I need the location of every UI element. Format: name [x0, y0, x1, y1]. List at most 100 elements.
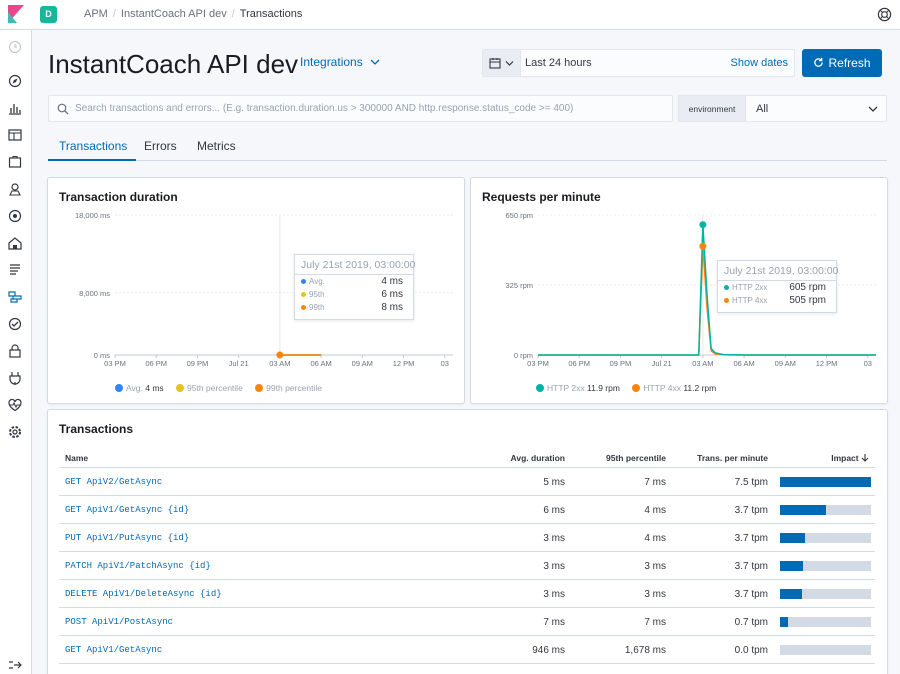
- maps-icon[interactable]: [8, 182, 22, 196]
- avg-duration-cell: 3 ms: [543, 561, 565, 572]
- breadcrumb-service[interactable]: InstantCoach API dev: [121, 8, 227, 20]
- legend-item-avg[interactable]: Avg. 4 ms: [115, 383, 164, 393]
- avg-duration-cell: 6 ms: [543, 505, 565, 516]
- legend-item-p95[interactable]: 95th percentile: [176, 383, 243, 393]
- space-avatar[interactable]: D: [40, 6, 57, 23]
- avg-duration-cell: 3 ms: [543, 589, 565, 600]
- transaction-name-link[interactable]: GET ApiV2/GetAsync: [65, 477, 162, 487]
- tooltip-row: HTTP 4xx 505 rpm: [718, 295, 836, 307]
- hover-point: [276, 351, 284, 359]
- p99-dot-icon: [255, 384, 264, 392]
- main-content: InstantCoach API dev Integrations Last 2…: [32, 30, 900, 674]
- chart-tooltip: July 21st 2019, 03:00:00 HTTP 2xx 605 rpm…: [717, 260, 838, 313]
- monitoring-icon[interactable]: [8, 398, 22, 412]
- refresh-label: Refresh: [828, 56, 871, 70]
- environment-label: environment: [678, 95, 746, 122]
- transaction-name-link[interactable]: DELETE ApiV1/DeleteAsync {id}: [65, 589, 222, 599]
- transaction-name-link[interactable]: POST ApiV1/PostAsync: [65, 617, 173, 627]
- p95-dot-icon: [301, 292, 306, 297]
- help-icon[interactable]: [877, 7, 892, 22]
- breadcrumb-apm[interactable]: APM: [84, 8, 108, 20]
- search-bar[interactable]: Search transactions and errors... (E.g. …: [48, 95, 673, 122]
- discover-icon[interactable]: [8, 74, 22, 88]
- tab-errors[interactable]: Errors: [144, 139, 177, 153]
- table-row: GET ApiV1/GetAsync 946 ms 1,678 ms 0.0 tpm: [59, 636, 875, 664]
- legend-item-http4xx[interactable]: HTTP 4xx 11.2 rpm: [632, 383, 716, 393]
- apm-icon[interactable]: [8, 290, 22, 304]
- collapse-nav-icon[interactable]: [8, 658, 22, 672]
- dev-tools-icon[interactable]: [8, 371, 22, 385]
- tooltip-label: HTTP 4xx: [732, 296, 768, 305]
- x-tick-label: 03 PM: [527, 359, 549, 368]
- date-picker: Last 24 hours Show dates: [482, 49, 795, 77]
- logs-icon[interactable]: [8, 263, 22, 277]
- impact-bar: [780, 617, 871, 627]
- column-header-name[interactable]: Name: [65, 453, 88, 463]
- environment-select[interactable]: All: [745, 95, 887, 122]
- hover-point-http4xx: [699, 242, 707, 250]
- chart-legend: HTTP 2xx 11.9 rpm HTTP 4xx 11.2 rpm: [536, 383, 726, 393]
- x-tick-label: 03: [864, 359, 872, 368]
- column-header-impact[interactable]: Impact: [831, 453, 869, 463]
- p95-cell: 4 ms: [644, 505, 666, 516]
- transaction-name-link[interactable]: GET ApiV1/GetAsync: [65, 645, 162, 655]
- transaction-name-link[interactable]: GET ApiV1/GetAsync {id}: [65, 505, 189, 515]
- visualize-icon[interactable]: [8, 101, 22, 115]
- table-row: DELETE ApiV1/DeleteAsync {id} 3 ms 3 ms 3.7…: [59, 580, 875, 608]
- avg-duration-cell: 7 ms: [543, 617, 565, 628]
- legend-value: 11.9 rpm: [587, 383, 620, 393]
- top-bar: D APM / InstantCoach API dev / Transactions: [0, 0, 900, 30]
- transaction-name-link[interactable]: PUT ApiV1/PutAsync {id}: [65, 533, 189, 543]
- side-nav: [0, 30, 32, 674]
- impact-bar: [780, 589, 871, 599]
- integrations-menu[interactable]: Integrations: [300, 55, 380, 69]
- siem-icon[interactable]: [8, 344, 22, 358]
- refresh-button[interactable]: Refresh: [802, 49, 882, 77]
- transactions-table-panel: Transactions Name Avg. duration 95th per…: [47, 409, 888, 674]
- tab-transactions[interactable]: Transactions: [59, 139, 127, 153]
- date-range-label: Last 24 hours: [525, 57, 592, 69]
- management-icon[interactable]: [8, 425, 22, 439]
- search-input[interactable]: Search transactions and errors... (E.g. …: [75, 103, 573, 114]
- tooltip-value: 605 rpm: [789, 282, 826, 293]
- ml-icon[interactable]: [8, 209, 22, 223]
- column-header-trans-per-minute[interactable]: Trans. per minute: [697, 453, 768, 463]
- quick-select-button[interactable]: [483, 50, 521, 76]
- tooltip-row: 95th 6 ms: [295, 289, 413, 301]
- legend-label: HTTP 2xx: [547, 383, 585, 393]
- p95-dot-icon: [176, 384, 185, 392]
- infrastructure-icon[interactable]: [8, 236, 22, 250]
- apm-app: D APM / InstantCoach API dev / Transactions: [0, 0, 900, 674]
- panel-title: Transactions: [59, 422, 134, 436]
- legend-item-p99[interactable]: 99th percentile: [255, 383, 322, 393]
- uptime-icon[interactable]: [8, 317, 22, 331]
- y-tick-label: 8,000 ms: [79, 289, 110, 298]
- x-tick-label: 06 AM: [310, 359, 331, 368]
- y-tick-label: 650 rpm: [505, 211, 533, 220]
- canvas-icon[interactable]: [8, 155, 22, 169]
- x-tick-label: 03: [441, 359, 449, 368]
- x-tick-label: 09 AM: [352, 359, 373, 368]
- impact-bar: [780, 561, 871, 571]
- x-tick-label: 06 PM: [568, 359, 590, 368]
- legend-label: Avg.: [126, 383, 143, 393]
- legend-label: 99th percentile: [266, 383, 322, 393]
- tab-metrics[interactable]: Metrics: [197, 139, 236, 153]
- recently-viewed-icon[interactable]: [8, 40, 22, 54]
- tooltip-value: 4 ms: [381, 276, 403, 287]
- dashboard-icon[interactable]: [8, 128, 22, 142]
- kibana-logo-icon[interactable]: [8, 5, 24, 23]
- column-header-95th-percentile[interactable]: 95th percentile: [606, 453, 666, 463]
- tooltip-value: 8 ms: [381, 302, 403, 313]
- transaction-name-link[interactable]: PATCH ApiV1/PatchAsync {id}: [65, 561, 211, 571]
- column-header-avg-duration[interactable]: Avg. duration: [511, 453, 565, 463]
- tpm-cell: 3.7 tpm: [734, 589, 768, 600]
- tooltip-label: 99th: [309, 303, 325, 312]
- x-tick-label: 06 PM: [145, 359, 167, 368]
- chevron-down-icon: [505, 61, 514, 66]
- legend-item-http2xx[interactable]: HTTP 2xx 11.9 rpm: [536, 383, 620, 393]
- show-dates-link[interactable]: Show dates: [731, 57, 788, 69]
- arrow-down-icon: [861, 454, 869, 462]
- x-tick-label: 12 PM: [393, 359, 415, 368]
- tpm-cell: 3.7 tpm: [734, 533, 768, 544]
